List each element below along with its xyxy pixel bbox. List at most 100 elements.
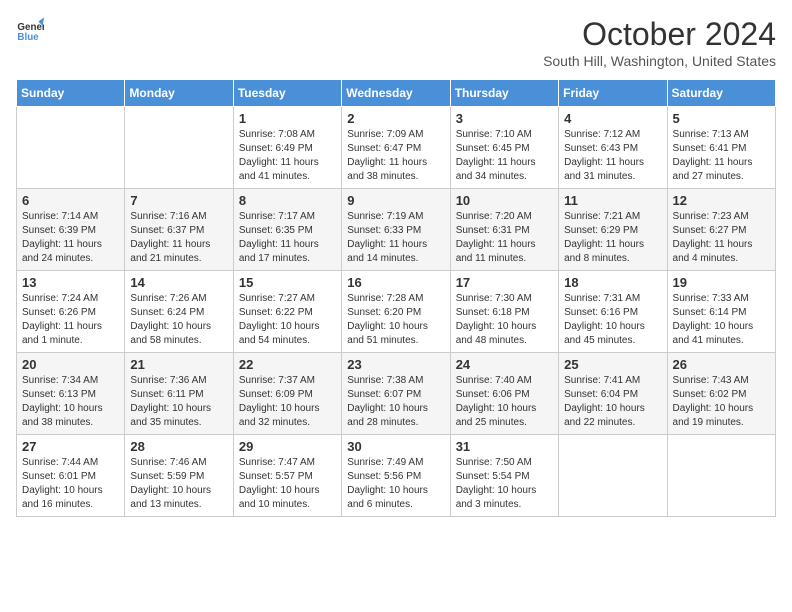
calendar-cell: 26 Sunrise: 7:43 AMSunset: 6:02 PMDayligh… [667, 353, 775, 435]
day-number: 17 [456, 275, 553, 290]
calendar-cell: 10 Sunrise: 7:20 AMSunset: 6:31 PMDayligh… [450, 189, 558, 271]
calendar-cell: 27 Sunrise: 7:44 AMSunset: 6:01 PMDayligh… [17, 435, 125, 517]
day-of-week-header: Monday [125, 80, 233, 107]
title-area: October 2024 South Hill, Washington, Uni… [543, 16, 776, 69]
day-number: 26 [673, 357, 770, 372]
day-number: 7 [130, 193, 227, 208]
cell-sun-info: Sunrise: 7:20 AMSunset: 6:31 PMDaylight:… [456, 210, 553, 266]
cell-sun-info: Sunrise: 7:24 AMSunset: 6:26 PMDaylight:… [22, 292, 119, 348]
calendar-cell: 5 Sunrise: 7:13 AMSunset: 6:41 PMDaylight… [667, 107, 775, 189]
day-number: 28 [130, 439, 227, 454]
calendar-week-row: 1Sunrise: 7:08 AMSunset: 6:49 PMDaylight… [17, 107, 776, 189]
cell-sun-info: Sunrise: 7:33 AMSunset: 6:14 PMDaylight:… [673, 292, 770, 348]
calendar-table: SundayMondayTuesdayWednesdayThursdayFrid… [16, 79, 776, 517]
cell-sun-info: Sunrise: 7:28 AMSunset: 6:20 PMDaylight:… [347, 292, 444, 348]
calendar-cell: 19 Sunrise: 7:33 AMSunset: 6:14 PMDayligh… [667, 271, 775, 353]
cell-sun-info: Sunrise: 7:19 AMSunset: 6:33 PMDaylight:… [347, 210, 444, 266]
cell-sun-info: Sunrise: 7:13 AMSunset: 6:41 PMDaylight:… [673, 128, 770, 184]
day-of-week-header: Tuesday [233, 80, 341, 107]
calendar-cell: 31 Sunrise: 7:50 AMSunset: 5:54 PMDayligh… [450, 435, 558, 517]
day-number: 27 [22, 439, 119, 454]
day-number: 22 [239, 357, 336, 372]
calendar-cell: 6 Sunrise: 7:14 AMSunset: 6:39 PMDaylight… [17, 189, 125, 271]
day-number: 13 [22, 275, 119, 290]
calendar-cell [559, 435, 667, 517]
cell-sun-info: Sunrise: 7:43 AMSunset: 6:02 PMDaylight:… [673, 374, 770, 430]
calendar-cell: 20 Sunrise: 7:34 AMSunset: 6:13 PMDayligh… [17, 353, 125, 435]
day-number: 18 [564, 275, 661, 290]
day-number: 11 [564, 193, 661, 208]
cell-sun-info: Sunrise: 7:40 AMSunset: 6:06 PMDaylight:… [456, 374, 553, 430]
day-number: 9 [347, 193, 444, 208]
day-number: 23 [347, 357, 444, 372]
day-number: 19 [673, 275, 770, 290]
calendar-cell [17, 107, 125, 189]
calendar-cell: 30Sunrise: 7:49 AMSunset: 5:56 PMDayligh… [342, 435, 450, 517]
calendar-week-row: 13 Sunrise: 7:24 AMSunset: 6:26 PMDayligh… [17, 271, 776, 353]
calendar-cell: 9 Sunrise: 7:19 AMSunset: 6:33 PMDaylight… [342, 189, 450, 271]
day-number: 4 [564, 111, 661, 126]
day-of-week-header: Wednesday [342, 80, 450, 107]
svg-text:Blue: Blue [17, 32, 39, 43]
cell-sun-info: Sunrise: 7:09 AMSunset: 6:47 PMDaylight:… [347, 128, 444, 184]
day-number: 12 [673, 193, 770, 208]
calendar-cell: 25Sunrise: 7:41 AMSunset: 6:04 PMDayligh… [559, 353, 667, 435]
calendar-cell: 17Sunrise: 7:30 AMSunset: 6:18 PMDayligh… [450, 271, 558, 353]
day-number: 3 [456, 111, 553, 126]
calendar-week-row: 27 Sunrise: 7:44 AMSunset: 6:01 PMDayligh… [17, 435, 776, 517]
cell-sun-info: Sunrise: 7:47 AMSunset: 5:57 PMDaylight:… [239, 456, 336, 512]
day-number: 24 [456, 357, 553, 372]
day-number: 15 [239, 275, 336, 290]
day-number: 2 [347, 111, 444, 126]
calendar-week-row: 6 Sunrise: 7:14 AMSunset: 6:39 PMDaylight… [17, 189, 776, 271]
calendar-cell [125, 107, 233, 189]
day-number: 10 [456, 193, 553, 208]
day-of-week-header: Sunday [17, 80, 125, 107]
cell-sun-info: Sunrise: 7:49 AMSunset: 5:56 PMDaylight:… [347, 456, 444, 512]
calendar-cell: 18 Sunrise: 7:31 AMSunset: 6:16 PMDayligh… [559, 271, 667, 353]
calendar-cell [667, 435, 775, 517]
calendar-cell: 15 Sunrise: 7:27 AMSunset: 6:22 PMDayligh… [233, 271, 341, 353]
calendar-cell: 1Sunrise: 7:08 AMSunset: 6:49 PMDaylight… [233, 107, 341, 189]
calendar-cell: 28 Sunrise: 7:46 AMSunset: 5:59 PMDayligh… [125, 435, 233, 517]
day-number: 25 [564, 357, 661, 372]
calendar-cell: 21Sunrise: 7:36 AMSunset: 6:11 PMDayligh… [125, 353, 233, 435]
calendar-cell: 4Sunrise: 7:12 AMSunset: 6:43 PMDaylight… [559, 107, 667, 189]
cell-sun-info: Sunrise: 7:31 AMSunset: 6:16 PMDaylight:… [564, 292, 661, 348]
day-number: 8 [239, 193, 336, 208]
cell-sun-info: Sunrise: 7:46 AMSunset: 5:59 PMDaylight:… [130, 456, 227, 512]
day-number: 29 [239, 439, 336, 454]
calendar-cell: 14Sunrise: 7:26 AMSunset: 6:24 PMDayligh… [125, 271, 233, 353]
day-of-week-header: Friday [559, 80, 667, 107]
day-number: 14 [130, 275, 227, 290]
day-number: 6 [22, 193, 119, 208]
day-number: 5 [673, 111, 770, 126]
cell-sun-info: Sunrise: 7:34 AMSunset: 6:13 PMDaylight:… [22, 374, 119, 430]
calendar-cell: 3 Sunrise: 7:10 AMSunset: 6:45 PMDaylight… [450, 107, 558, 189]
calendar-cell: 16 Sunrise: 7:28 AMSunset: 6:20 PMDayligh… [342, 271, 450, 353]
cell-sun-info: Sunrise: 7:27 AMSunset: 6:22 PMDaylight:… [239, 292, 336, 348]
calendar-cell: 13 Sunrise: 7:24 AMSunset: 6:26 PMDayligh… [17, 271, 125, 353]
day-of-week-header: Saturday [667, 80, 775, 107]
logo-icon: General Blue [16, 16, 44, 44]
cell-sun-info: Sunrise: 7:16 AMSunset: 6:37 PMDaylight:… [130, 210, 227, 266]
cell-sun-info: Sunrise: 7:21 AMSunset: 6:29 PMDaylight:… [564, 210, 661, 266]
day-number: 16 [347, 275, 444, 290]
cell-sun-info: Sunrise: 7:44 AMSunset: 6:01 PMDaylight:… [22, 456, 119, 512]
calendar-cell: 29 Sunrise: 7:47 AMSunset: 5:57 PMDayligh… [233, 435, 341, 517]
calendar-cell: 22Sunrise: 7:37 AMSunset: 6:09 PMDayligh… [233, 353, 341, 435]
cell-sun-info: Sunrise: 7:14 AMSunset: 6:39 PMDaylight:… [22, 210, 119, 266]
day-number: 31 [456, 439, 553, 454]
cell-sun-info: Sunrise: 7:50 AMSunset: 5:54 PMDaylight:… [456, 456, 553, 512]
day-number: 1 [239, 111, 336, 126]
calendar-body: 1Sunrise: 7:08 AMSunset: 6:49 PMDaylight… [17, 107, 776, 517]
calendar-cell: 2 Sunrise: 7:09 AMSunset: 6:47 PMDaylight… [342, 107, 450, 189]
cell-sun-info: Sunrise: 7:38 AMSunset: 6:07 PMDaylight:… [347, 374, 444, 430]
calendar-cell: 12Sunrise: 7:23 AMSunset: 6:27 PMDayligh… [667, 189, 775, 271]
page-header: General Blue October 2024 South Hill, Wa… [16, 16, 776, 69]
cell-sun-info: Sunrise: 7:10 AMSunset: 6:45 PMDaylight:… [456, 128, 553, 184]
calendar-cell: 24 Sunrise: 7:40 AMSunset: 6:06 PMDayligh… [450, 353, 558, 435]
cell-sun-info: Sunrise: 7:17 AMSunset: 6:35 PMDaylight:… [239, 210, 336, 266]
day-number: 21 [130, 357, 227, 372]
day-number: 20 [22, 357, 119, 372]
